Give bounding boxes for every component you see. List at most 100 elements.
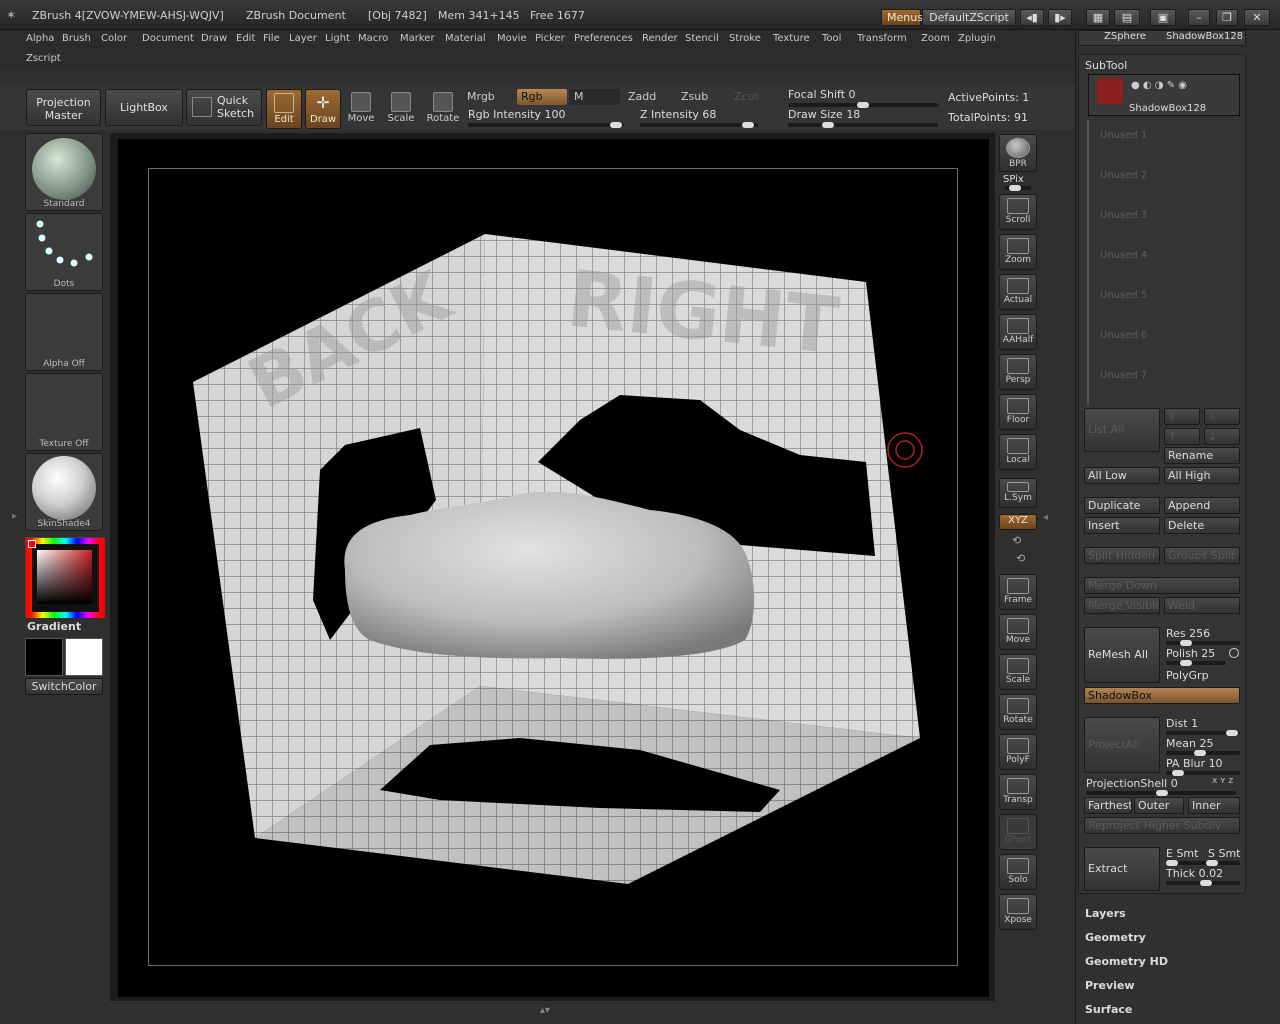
thick-knob[interactable] [1200,880,1212,886]
scroll-button[interactable]: Scroll [999,194,1037,230]
right-tray-arrow-icon[interactable]: ◂ [1043,512,1048,523]
split-hidden-button[interactable]: Split Hidden [1084,547,1160,564]
edit-mode-button[interactable]: Edit [266,89,302,129]
thick-slider[interactable]: Thick 0.02 [1166,867,1223,880]
switch-color-button[interactable]: SwitchColor [25,678,103,695]
polyf-button[interactable]: PolyF [999,734,1037,770]
material-picker[interactable]: SkinShade4 [25,453,103,531]
m-toggle[interactable]: M [570,89,620,105]
rgb-intensity-track[interactable] [468,122,624,128]
s-smt-slider[interactable]: S Smt [1208,847,1241,860]
rgb-intensity-knob[interactable] [610,122,622,128]
shadowbox-viewport[interactable]: BACK RIGHT [118,139,989,997]
menu-document[interactable]: Document [142,33,194,44]
projection-shell-knob[interactable] [1156,790,1168,796]
menu-stroke[interactable]: Stroke [729,33,761,44]
all-low-button[interactable]: All Low [1084,467,1160,484]
res-track[interactable] [1166,640,1240,646]
outer-button[interactable]: Outer [1134,797,1184,814]
bottom-tray-arrow-icon[interactable]: ▴▾ [540,1005,550,1016]
transp-button[interactable]: Transp [999,774,1037,810]
tool-zsphere[interactable]: ZSphere [1104,31,1146,42]
subtool-slot-1[interactable]: Unused 1 [1100,130,1147,141]
hue-marker[interactable] [28,540,36,548]
subtool-scrollbar[interactable] [1087,120,1089,404]
projection-master-button[interactable]: Projection Master [26,89,101,126]
pa-blur-knob[interactable] [1172,770,1184,776]
persp-button[interactable]: Persp [999,354,1037,390]
xyz-symmetry-button[interactable]: XYZ [999,514,1037,530]
mean-knob[interactable] [1194,750,1206,756]
menu-picker[interactable]: Picker [535,33,565,44]
insert-button[interactable]: Insert [1084,517,1160,534]
surface-section[interactable]: Surface [1085,1003,1132,1016]
move-down-arrow-icon[interactable]: ⇩ [1204,408,1240,425]
subtool-slot-4[interactable]: Unused 4 [1100,250,1147,261]
close-icon[interactable]: ✕ [1244,9,1270,26]
stroke-picker[interactable]: Dots [25,213,103,291]
polish-slider[interactable]: Polish 25 [1166,647,1215,660]
solo-button[interactable]: Solo [999,854,1037,890]
draw-size-knob[interactable] [822,122,834,128]
geometry-section[interactable]: Geometry [1085,931,1146,944]
aahalf-button[interactable]: AAHalf [999,314,1037,350]
draw-size-slider[interactable]: Draw Size 18 [788,108,860,121]
polish-mode-icon[interactable] [1229,648,1239,658]
smt-track[interactable] [1166,860,1240,866]
append-button[interactable]: Append [1164,497,1240,514]
draw-mode-button[interactable]: ✛ Draw [305,89,341,129]
reproject-higher-subdiv-button[interactable]: Reproject Higher Subdiv [1084,817,1240,834]
zsub-toggle[interactable]: Zsub [677,89,712,105]
lock-icon[interactable]: ▣ [1150,9,1176,26]
lsym-button[interactable]: L.Sym [999,478,1037,508]
menu-material[interactable]: Material [445,33,486,44]
main-color-swatch[interactable] [25,638,63,676]
rename-button[interactable]: Rename [1164,447,1240,464]
menu-render[interactable]: Render [642,33,678,44]
rotate-y-icon[interactable]: ⟲ [1012,534,1021,547]
layers-section[interactable]: Layers [1085,907,1126,920]
e-smt-slider[interactable]: E Smt [1166,847,1198,860]
subtool-title[interactable]: SubTool [1085,59,1127,72]
move-up-arrow-icon[interactable]: ⇧ [1164,408,1200,425]
move-view-button[interactable]: Move [999,614,1037,650]
scroll-right-icon[interactable]: ▮▸ [1048,9,1072,26]
res-knob[interactable] [1180,640,1192,646]
rotate-mode-button[interactable]: Rotate [425,89,461,129]
duplicate-button[interactable]: Duplicate [1084,497,1160,514]
draw-size-track[interactable] [788,122,938,128]
move-mode-button[interactable]: Move [343,89,379,129]
visibility-eye-icon[interactable]: ● ◐ ◑ ✎ ◉ [1131,80,1187,91]
texture-picker[interactable]: Texture Off [25,373,103,451]
quick-sketch-button[interactable]: Quick Sketch [186,89,262,126]
floor-button[interactable]: Floor [999,394,1037,430]
mean-track[interactable] [1166,750,1240,756]
default-zscript-button[interactable]: DefaultZScript [922,9,1016,26]
spix-knob[interactable] [1009,185,1021,191]
menu-preferences[interactable]: Preferences [574,33,633,44]
weld-button[interactable]: Weld [1164,597,1240,614]
menu-file[interactable]: File [263,33,280,44]
scroll-left-icon[interactable]: ◂▮ [1020,9,1044,26]
projection-shell-slider[interactable]: ProjectionShell 0 [1086,777,1178,790]
actual-button[interactable]: Actual [999,274,1037,310]
rotate-z-icon[interactable]: ⟲ [1016,552,1025,565]
xpose-button[interactable]: Xpose [999,894,1037,930]
subtool-item-active[interactable]: ● ◐ ◑ ✎ ◉ ShadowBox128 [1088,74,1240,116]
dist-knob[interactable] [1226,730,1238,736]
delete-button[interactable]: Delete [1164,517,1240,534]
mrgb-toggle[interactable]: Mrgb [463,89,499,105]
lightbox-button[interactable]: LightBox [105,89,183,126]
spix-slider[interactable] [1005,185,1031,191]
maximize-icon[interactable]: ❐ [1216,9,1238,26]
layout-alt-icon[interactable]: ▤ [1114,9,1140,26]
up-arrow-icon[interactable]: ⇡ [1164,428,1200,445]
brush-picker[interactable]: Standard [25,133,103,211]
subtool-slot-6[interactable]: Unused 6 [1100,330,1147,341]
menu-zscript[interactable]: Zscript [26,53,61,64]
menu-layer[interactable]: Layer [289,33,317,44]
thick-track[interactable] [1166,880,1240,886]
preview-section[interactable]: Preview [1085,979,1135,992]
alpha-picker[interactable]: Alpha Off [25,293,103,371]
groups-split-button[interactable]: Groups Split [1164,547,1240,564]
